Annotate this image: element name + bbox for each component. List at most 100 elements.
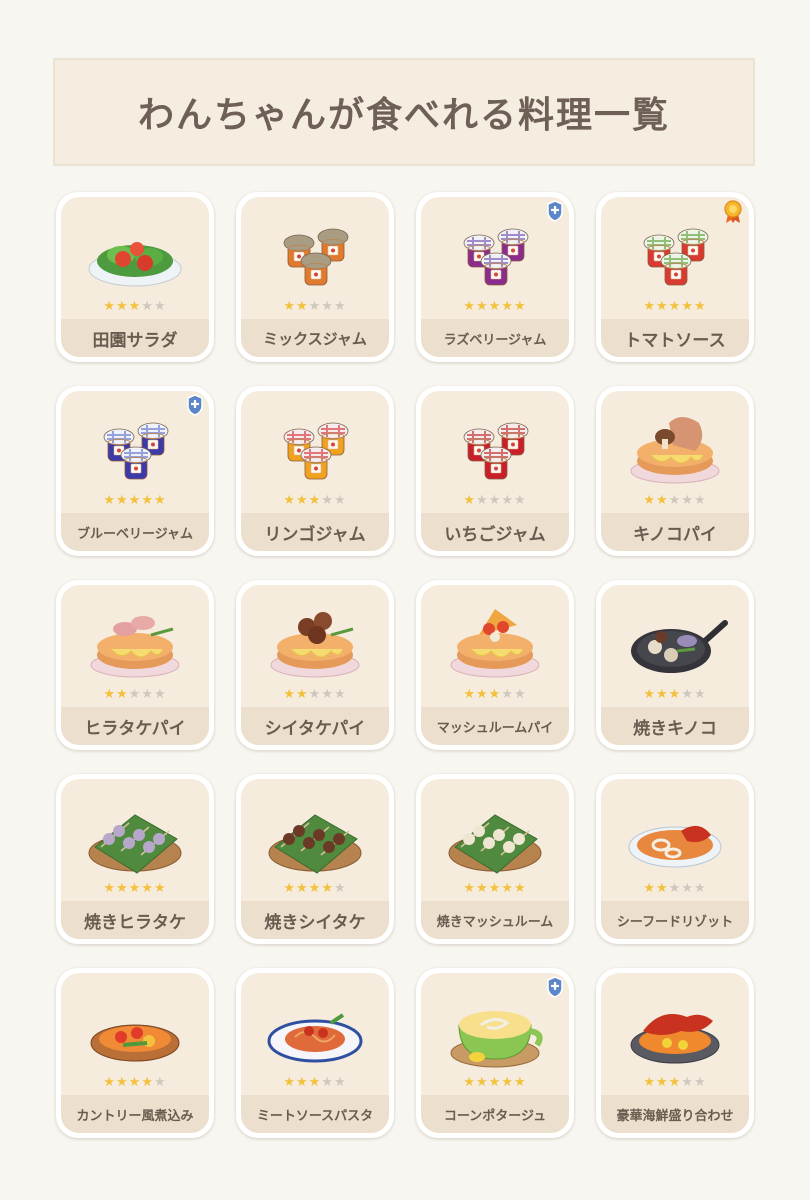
star-rating: ★★★★★ — [241, 494, 389, 508]
star-icon: ★ — [501, 881, 514, 896]
recipe-name: ラズベリージャム — [421, 319, 569, 357]
dish-soup-icon — [441, 987, 549, 1071]
star-icon: ★ — [321, 493, 334, 508]
star-icon: ★ — [128, 1075, 142, 1090]
recipe-card[interactable]: ★★★★★ トマトソース — [596, 192, 754, 362]
star-icon: ★ — [476, 687, 489, 702]
recipe-name: ブルーベリージャム — [61, 513, 209, 551]
star-icon: ★ — [283, 299, 297, 314]
recipe-name: リンゴジャム — [241, 513, 389, 551]
recipe-card[interactable]: ★★★★★ シイタケパイ — [236, 580, 394, 750]
dish-pie-oyster-icon — [81, 599, 189, 683]
star-icon: ★ — [116, 1075, 129, 1090]
star-rating: ★★★★★ — [601, 882, 749, 896]
dish-jam-blue-icon — [81, 405, 189, 489]
recipe-card[interactable]: ★★★★★ ブルーベリージャム — [56, 386, 214, 556]
star-icon: ★ — [488, 299, 502, 314]
star-icon: ★ — [128, 881, 142, 896]
star-icon: ★ — [513, 493, 527, 508]
recipe-card[interactable]: ★★★★★ キノコパイ — [596, 386, 754, 556]
star-rating: ★★★★★ — [61, 882, 209, 896]
recipe-card[interactable]: ★★★★★ カントリー風煮込み — [56, 968, 214, 1138]
star-icon: ★ — [681, 299, 694, 314]
star-icon: ★ — [656, 299, 669, 314]
star-icon: ★ — [128, 687, 142, 702]
star-icon: ★ — [513, 1075, 527, 1090]
recipe-card[interactable]: ★★★★★ いちごジャム — [416, 386, 574, 556]
star-icon: ★ — [321, 687, 334, 702]
dish-jam-plain-icon — [261, 211, 369, 295]
page-title: わんちゃんが食べれる料理一覧 — [137, 95, 670, 136]
recipe-name: ヒラタケパイ — [61, 707, 209, 745]
recipe-card-body: ★★★★★ マッシュルームパイ — [421, 585, 569, 745]
star-icon: ★ — [283, 687, 297, 702]
recipe-card-body: ★★★★★ リンゴジャム — [241, 391, 389, 551]
star-icon: ★ — [668, 299, 682, 314]
star-rating: ★★★★★ — [61, 300, 209, 314]
recipe-name: シーフードリゾット — [601, 901, 749, 939]
recipe-grid: ★★★★★ 田園サラダ ★★★★★ ミックスジャム ★★★★★ ラズベリージャム ★★★★… — [56, 192, 754, 1138]
star-icon: ★ — [116, 493, 129, 508]
star-icon: ★ — [116, 881, 129, 896]
recipe-card[interactable]: ★★★★★ 田園サラダ — [56, 192, 214, 362]
star-icon: ★ — [501, 687, 514, 702]
recipe-card[interactable]: ★★★★★ 焼きシイタケ — [236, 774, 394, 944]
recipe-card[interactable]: ★★★★★ シーフードリゾット — [596, 774, 754, 944]
star-icon: ★ — [296, 299, 309, 314]
star-rating: ★★★★★ — [421, 1076, 569, 1090]
dish-pie-tomato-icon — [441, 599, 549, 683]
star-icon: ★ — [308, 299, 322, 314]
recipe-card[interactable]: ★★★★★ ヒラタケパイ — [56, 580, 214, 750]
dish-skewer-oyster-icon — [81, 793, 189, 877]
recipe-card[interactable]: ★★★★★ コーンポタージュ — [416, 968, 574, 1138]
star-rating: ★★★★★ — [421, 882, 569, 896]
recipe-card-body: ★★★★★ キノコパイ — [601, 391, 749, 551]
recipe-name: いちごジャム — [421, 513, 569, 551]
recipe-name: カントリー風煮込み — [61, 1095, 209, 1133]
star-icon: ★ — [693, 493, 707, 508]
recipe-card[interactable]: ★★★★★ 豪華海鮮盛り合わせ — [596, 968, 754, 1138]
recipe-card[interactable]: ★★★★★ 焼きマッシュルーム — [416, 774, 574, 944]
star-icon: ★ — [656, 493, 669, 508]
dish-risotto-icon — [621, 793, 729, 877]
star-icon: ★ — [488, 1075, 502, 1090]
recipe-name: キノコパイ — [601, 513, 749, 551]
recipe-card[interactable]: ★★★★★ 焼きキノコ — [596, 580, 754, 750]
dish-jam-purple-icon — [441, 211, 549, 295]
star-rating: ★★★★★ — [241, 1076, 389, 1090]
star-icon: ★ — [681, 687, 694, 702]
star-icon: ★ — [463, 687, 477, 702]
star-icon: ★ — [668, 881, 682, 896]
star-rating: ★★★★★ — [241, 882, 389, 896]
star-icon: ★ — [321, 1075, 334, 1090]
recipe-card[interactable]: ★★★★★ 焼きヒラタケ — [56, 774, 214, 944]
star-icon: ★ — [116, 687, 129, 702]
star-icon: ★ — [501, 299, 514, 314]
star-icon: ★ — [153, 299, 167, 314]
star-icon: ★ — [513, 687, 527, 702]
recipe-card[interactable]: ★★★★★ ラズベリージャム — [416, 192, 574, 362]
star-icon: ★ — [141, 687, 154, 702]
recipe-card[interactable]: ★★★★★ マッシュルームパイ — [416, 580, 574, 750]
star-icon: ★ — [513, 881, 527, 896]
plus-badge-icon — [546, 200, 564, 226]
star-rating: ★★★★★ — [601, 300, 749, 314]
star-icon: ★ — [153, 1075, 167, 1090]
recipe-name: 豪華海鮮盛り合わせ — [601, 1095, 749, 1133]
star-icon: ★ — [141, 1075, 154, 1090]
star-rating: ★★★★★ — [601, 688, 749, 702]
medal-icon — [722, 200, 744, 228]
recipe-card-body: ★★★★★ 田園サラダ — [61, 197, 209, 357]
recipe-card-body: ★★★★★ 焼きマッシュルーム — [421, 779, 569, 939]
dish-pasta-icon — [261, 987, 369, 1071]
recipe-name: シイタケパイ — [241, 707, 389, 745]
star-icon: ★ — [681, 881, 694, 896]
recipe-card[interactable]: ★★★★★ ミートソースパスタ — [236, 968, 394, 1138]
dish-jam-red-icon — [261, 405, 369, 489]
star-icon: ★ — [681, 1075, 694, 1090]
star-icon: ★ — [141, 299, 154, 314]
recipe-card[interactable]: ★★★★★ リンゴジャム — [236, 386, 394, 556]
star-icon: ★ — [463, 881, 477, 896]
star-icon: ★ — [296, 881, 309, 896]
recipe-card[interactable]: ★★★★★ ミックスジャム — [236, 192, 394, 362]
